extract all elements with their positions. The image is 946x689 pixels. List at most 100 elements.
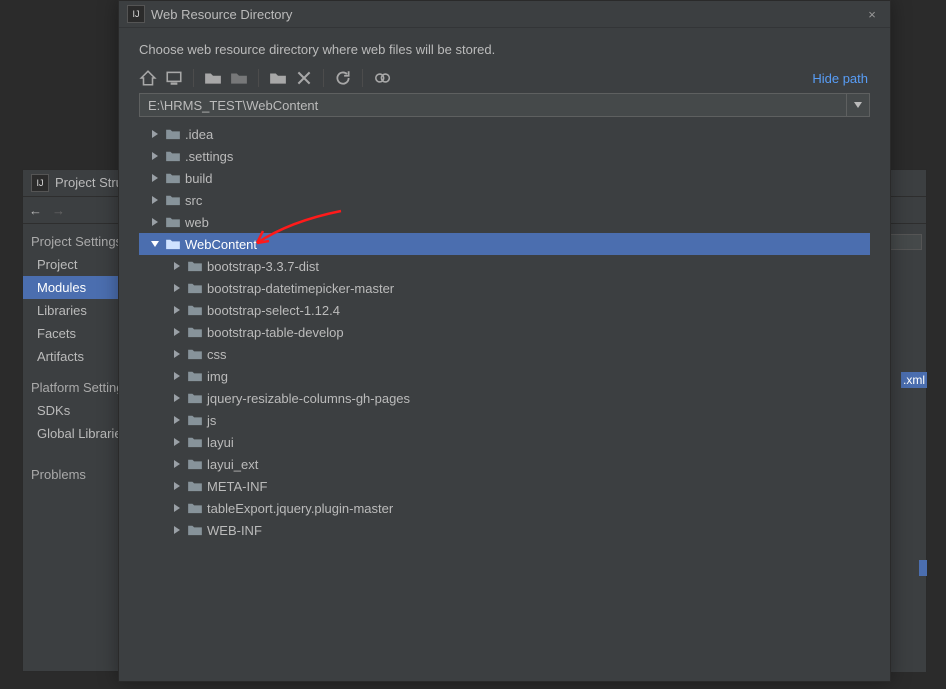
dialog-titlebar: IJ Web Resource Directory × [119,1,890,28]
dialog-toolbar: Hide path [119,69,890,93]
dialog-title: Web Resource Directory [151,7,292,22]
chevron-down-icon[interactable] [149,240,161,248]
tree-item[interactable]: build [139,167,870,189]
folder-icon [165,238,181,250]
sidebar-heading-problems[interactable]: Problems [23,463,121,486]
tree-item-label: css [207,347,227,362]
sidebar-item-project[interactable]: Project [23,253,121,276]
tree-item[interactable]: .settings [139,145,870,167]
tree-item[interactable]: bootstrap-select-1.12.4 [139,299,870,321]
chevron-right-icon[interactable] [171,416,183,424]
tree-item[interactable]: bootstrap-3.3.7-dist [139,255,870,277]
tree-item-label: bootstrap-select-1.12.4 [207,303,340,318]
tree-item-label: WEB-INF [207,523,262,538]
folder-icon [165,216,181,228]
tree-item[interactable]: bootstrap-datetimepicker-master [139,277,870,299]
nav-back-icon[interactable]: ← [29,203,42,218]
tree-item[interactable]: jquery-resizable-columns-gh-pages [139,387,870,409]
tree-item[interactable]: WebContent [139,233,870,255]
folder-icon [187,326,203,338]
tree-item-label: bootstrap-datetimepicker-master [207,281,394,296]
tree-item[interactable]: bootstrap-table-develop [139,321,870,343]
chevron-right-icon[interactable] [171,504,183,512]
chevron-right-icon[interactable] [171,284,183,292]
sidebar-heading-platform-settings: Platform Settings [23,376,121,399]
tree-item[interactable]: web [139,211,870,233]
tree-item-label: bootstrap-table-develop [207,325,344,340]
tree-item-label: tableExport.jquery.plugin-master [207,501,393,516]
tree-item[interactable]: tableExport.jquery.plugin-master [139,497,870,519]
folder-icon [165,150,181,162]
folder-icon [187,480,203,492]
folder-add-icon[interactable] [269,69,287,87]
folder-icon [187,304,203,316]
path-dropdown-button[interactable] [846,93,870,117]
delete-icon[interactable] [295,69,313,87]
tree-item-label: js [207,413,216,428]
sidebar-item-artifacts[interactable]: Artifacts [23,345,121,368]
folder-icon [165,172,181,184]
refresh-icon[interactable] [334,69,352,87]
folder-icon [187,414,203,426]
tree-item[interactable]: css [139,343,870,365]
tree-item-label: .idea [185,127,213,142]
sidebar-item-sdks[interactable]: SDKs [23,399,121,422]
folder-icon [165,194,181,206]
chevron-right-icon[interactable] [149,174,161,182]
tree-item-label: META-INF [207,479,267,494]
folder-icon [187,502,203,514]
tree-item[interactable]: layui_ext [139,453,870,475]
folder-icon [187,348,203,360]
home-icon[interactable] [139,69,157,87]
chevron-right-icon[interactable] [149,130,161,138]
sidebar-heading-project-settings: Project Settings [23,230,121,253]
folder-icon[interactable] [230,69,248,87]
tree-item[interactable]: layui [139,431,870,453]
directory-tree[interactable]: .idea.settingsbuildsrcwebWebContentboots… [139,123,870,681]
show-hidden-icon[interactable] [373,69,391,87]
chevron-right-icon[interactable] [171,306,183,314]
tree-item[interactable]: src [139,189,870,211]
file-tag-selected[interactable] [919,560,927,576]
sidebar-item-libraries[interactable]: Libraries [23,299,121,322]
tree-item[interactable]: img [139,365,870,387]
tree-item[interactable]: js [139,409,870,431]
sidebar-item-global-libraries[interactable]: Global Libraries [23,422,121,445]
folder-icon [187,260,203,272]
sidebar-item-facets[interactable]: Facets [23,322,121,345]
tree-item[interactable]: WEB-INF [139,519,870,541]
back-main-search[interactable] [888,234,922,250]
chevron-right-icon[interactable] [171,372,183,380]
chevron-right-icon[interactable] [149,152,161,160]
intellij-icon: IJ [31,174,49,192]
chevron-right-icon[interactable] [149,218,161,226]
chevron-right-icon[interactable] [171,438,183,446]
folder-icon [187,370,203,382]
tree-item-label: layui [207,435,234,450]
tree-item-label: src [185,193,202,208]
chevron-right-icon[interactable] [171,460,183,468]
new-folder-icon[interactable] [204,69,222,87]
path-input[interactable]: E:\HRMS_TEST\WebContent [139,93,846,117]
chevron-down-icon [854,102,862,108]
nav-forward-icon[interactable]: → [52,203,65,218]
tree-item[interactable]: .idea [139,123,870,145]
chevron-right-icon[interactable] [171,262,183,270]
chevron-right-icon[interactable] [171,328,183,336]
chevron-right-icon[interactable] [171,394,183,402]
web-resource-directory-dialog: IJ Web Resource Directory × Choose web r… [118,0,891,682]
sidebar-item-modules[interactable]: Modules [23,276,121,299]
chevron-right-icon[interactable] [171,350,183,358]
tree-item-label: .settings [185,149,233,164]
hide-path-link[interactable]: Hide path [812,71,870,86]
tree-item[interactable]: META-INF [139,475,870,497]
chevron-right-icon[interactable] [171,482,183,490]
desktop-icon[interactable] [165,69,183,87]
tree-item-label: jquery-resizable-columns-gh-pages [207,391,410,406]
close-icon[interactable]: × [862,7,882,22]
file-tag-xml[interactable]: .xml [901,372,927,388]
chevron-right-icon[interactable] [149,196,161,204]
dialog-description: Choose web resource directory where web … [119,28,890,69]
folder-icon [187,524,203,536]
chevron-right-icon[interactable] [171,526,183,534]
